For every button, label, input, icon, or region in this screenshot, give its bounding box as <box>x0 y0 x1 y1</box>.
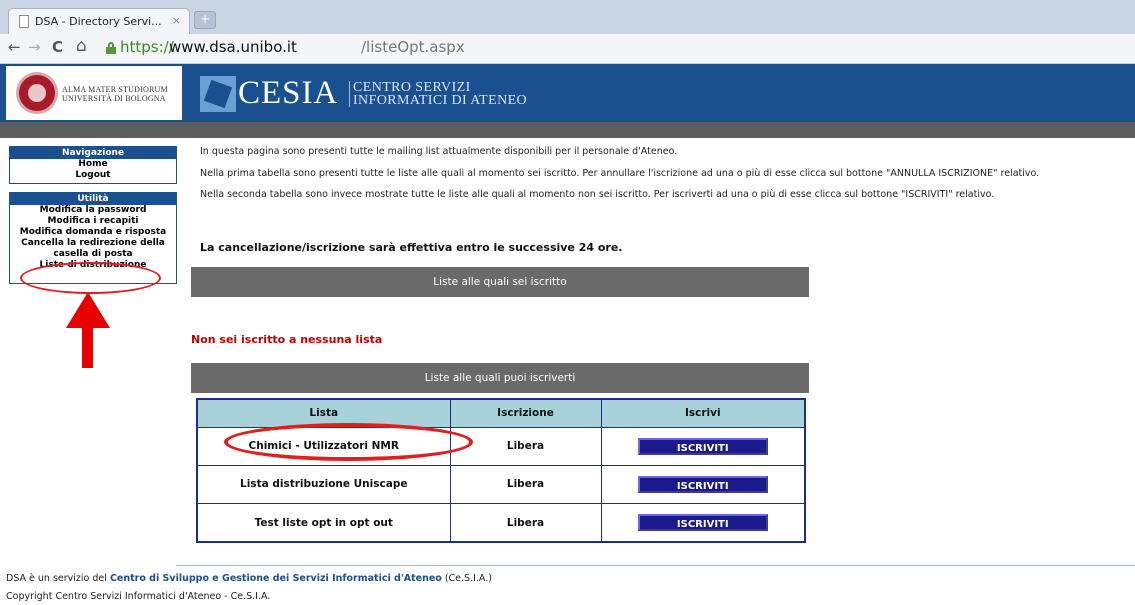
sidebar-item-edit-contacts[interactable]: Modifica i recapiti <box>10 216 176 227</box>
unibo-line2: UNIVERSITÀ DI BOLOGNA <box>62 94 166 103</box>
subscription-type-cell: Libera <box>449 503 602 543</box>
sidebar-navigation: Navigazione Home Logout <box>9 146 177 184</box>
logo-divider <box>349 81 350 107</box>
subscribe-cell: ISCRIVITI <box>600 464 806 505</box>
available-lists-table: Lista Iscrizione Iscrivi Chimici - Utili… <box>196 398 806 543</box>
list-name-cell: Lista distribuzione Uniscape <box>196 464 451 505</box>
url-path: /listeOpt.aspx <box>361 38 465 56</box>
intro-text-2: Nella prima tabella sono presenti tutte … <box>200 168 1040 179</box>
home-icon[interactable]: ⌂ <box>76 36 87 56</box>
subscribe-button[interactable]: ISCRIVITI <box>637 514 768 532</box>
subscription-type-cell: Libera <box>449 464 602 505</box>
footer-line-1: DSA è un servizio del Centro di Sviluppo… <box>6 573 492 584</box>
cesia-logo-word: CESIA <box>238 75 339 111</box>
column-header-iscrizione: Iscrizione <box>449 398 602 428</box>
column-header-iscrivi: Iscrivi <box>600 398 806 428</box>
subscribed-lists-header: Liste alle quali sei iscritto <box>191 267 809 297</box>
reload-icon[interactable]: C <box>52 38 63 56</box>
sidebar-item-cancel-redirect[interactable]: Cancella la redirezione della casella di… <box>10 238 176 260</box>
subscribe-cell: ISCRIVITI <box>600 426 806 466</box>
no-subscription-message: Non sei iscritto a nessuna lista <box>191 333 383 346</box>
page-icon <box>19 15 29 28</box>
footer-suffix: (Ce.S.I.A.) <box>444 573 492 584</box>
intro-text-1: In questa pagina sono presenti tutte le … <box>200 146 678 157</box>
header-divider-bar <box>0 122 1135 138</box>
annotation-ellipse-sidebar <box>20 262 161 294</box>
sidebar-item-edit-question[interactable]: Modifica domanda e risposta <box>10 227 176 238</box>
cesia-logo-icon <box>200 76 236 112</box>
cesia-subtitle: CENTRO SERVIZI INFORMATICI DI ATENEO <box>353 81 528 108</box>
unibo-line1: ALMA MATER STUDIORUM <box>62 85 168 94</box>
table-row: Lista distribuzione Uniscape Libera ISCR… <box>196 464 806 505</box>
sidebar-nav-title: Navigazione <box>10 147 176 159</box>
browser-tab-bar: DSA - Directory Servi... × + <box>0 0 1135 35</box>
footer-cesia-link[interactable]: Centro di Sviluppo e Gestione dei Serviz… <box>110 573 442 584</box>
site-header: ALMA MATER STUDIORUM UNIVERSITÀ DI BOLOG… <box>0 64 1135 122</box>
new-tab-button[interactable]: + <box>194 11 216 29</box>
notice-text: La cancellazione/iscrizione sarà effetti… <box>200 241 623 254</box>
subscribe-button[interactable]: ISCRIVITI <box>637 437 768 455</box>
browser-tab[interactable]: DSA - Directory Servi... × <box>8 8 190 35</box>
subscribe-cell: ISCRIVITI <box>600 503 806 543</box>
lock-icon <box>106 42 116 54</box>
footer-prefix: DSA è un servizio del <box>6 573 107 584</box>
list-name-cell: Test liste opt in opt out <box>196 503 451 543</box>
annotation-arrow-shaft <box>82 327 93 368</box>
sidebar-item-change-password[interactable]: Modifica la password <box>10 205 176 216</box>
sidebar-item-cancel-redirect-line1: Cancella la redirezione della <box>21 238 165 248</box>
table-row: Test liste opt in opt out Libera ISCRIVI… <box>196 503 806 543</box>
footer-copyright: Copyright Centro Servizi Informatici d'A… <box>6 591 271 602</box>
available-lists-header: Liste alle quali puoi iscriverti <box>191 363 809 393</box>
unibo-seal-icon <box>16 72 58 114</box>
cesia-sub-line2: INFORMATICI DI ATENEO <box>353 93 528 108</box>
intro-text-3: Nella seconda tabella sono invece mostra… <box>200 189 995 200</box>
unibo-logo[interactable]: ALMA MATER STUDIORUM UNIVERSITÀ DI BOLOG… <box>6 66 182 120</box>
subscribe-button[interactable]: ISCRIVITI <box>637 475 768 493</box>
address-bar[interactable]: https:// www.dsa.unibo.it /listeOpt.aspx <box>106 38 1124 60</box>
url-host: www.dsa.unibo.it <box>169 38 297 56</box>
sidebar-item-home[interactable]: Home <box>10 159 176 170</box>
forward-arrow-icon[interactable]: → <box>28 38 41 56</box>
browser-toolbar: ← → C ⌂ https:// www.dsa.unibo.it /liste… <box>0 34 1135 64</box>
close-tab-icon[interactable]: × <box>172 14 181 27</box>
table-header-row: Lista Iscrizione Iscrivi <box>196 398 806 428</box>
sidebar-util-title: Utilità <box>10 193 176 205</box>
url-scheme: https:// <box>120 38 174 56</box>
sidebar-item-logout[interactable]: Logout <box>10 170 176 181</box>
sidebar-item-cancel-redirect-line2: casella di posta <box>53 249 133 259</box>
footer-divider <box>176 565 1135 566</box>
annotation-arrow-icon <box>66 292 110 328</box>
back-arrow-icon[interactable]: ← <box>8 38 21 56</box>
subscription-type-cell: Libera <box>449 426 602 466</box>
annotation-ellipse-table <box>224 423 473 461</box>
tab-title: DSA - Directory Servi... <box>35 15 162 28</box>
